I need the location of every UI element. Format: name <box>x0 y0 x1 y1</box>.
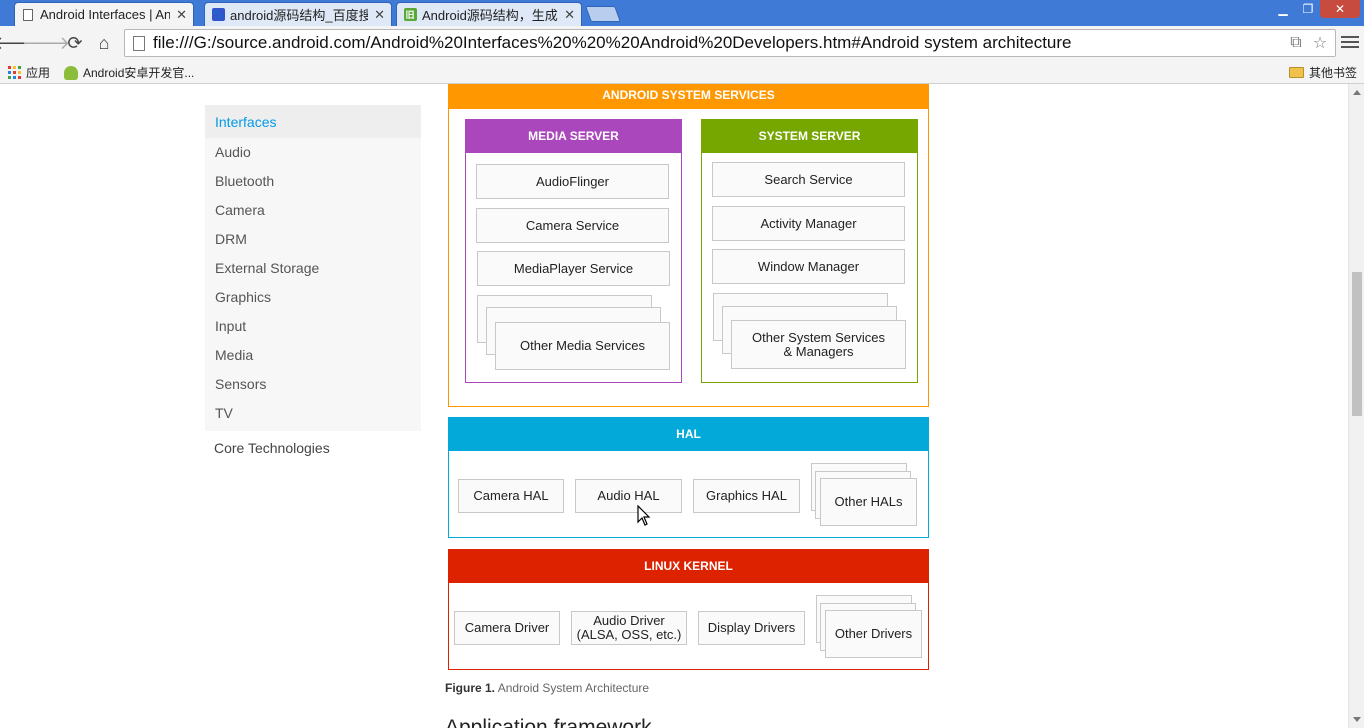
camera-hal-box: Camera HAL <box>458 479 564 513</box>
folder-icon <box>1289 67 1304 78</box>
other-drivers-box: Other Drivers <box>825 610 922 658</box>
browser-toolbar: 🡐 🡒 ⟳ ⌂ file:///G:/source.android.com/An… <box>0 26 1364 60</box>
mouse-cursor-icon <box>637 505 651 526</box>
scroll-down-arrow-icon[interactable] <box>1353 717 1361 722</box>
forward-button[interactable]: 🡒 <box>22 31 70 55</box>
window-manager-box: Window Manager <box>712 249 905 284</box>
audio-driver-box: Audio Driver (ALSA, OSS, etc.) <box>571 611 687 645</box>
minimize-button[interactable]: ▁ <box>1270 0 1296 18</box>
nav-item-external-storage[interactable]: External Storage <box>205 254 421 283</box>
bookmark-star-icon[interactable]: ☆ <box>1311 34 1329 52</box>
tab-title: Android源码结构，生成E <box>422 8 559 23</box>
media-server-group: MEDIA SERVER AudioFlinger Camera Service… <box>465 119 682 383</box>
bookmark-apps[interactable]: 应用 <box>8 64 50 81</box>
media-server-title: MEDIA SERVER <box>465 119 682 153</box>
linux-kernel-layer: LINUX KERNEL Camera Driver Audio Driver … <box>448 549 929 670</box>
camera-driver-box: Camera Driver <box>454 611 560 645</box>
reload-button[interactable]: ⟳ <box>63 31 87 55</box>
home-button[interactable]: ⌂ <box>92 31 116 55</box>
audio-driver-line1: Audio Driver <box>593 613 665 628</box>
scroll-up-arrow-icon[interactable] <box>1353 90 1361 95</box>
nav-item-media[interactable]: Media <box>205 341 421 370</box>
close-window-button[interactable]: ✕ <box>1320 0 1360 18</box>
figure-text: Android System Architecture <box>497 681 650 695</box>
figure-label: Figure 1. <box>445 681 496 695</box>
browser-menu-button[interactable] <box>1341 33 1359 51</box>
site-icon: 旧 <box>403 8 417 21</box>
nav-item-camera[interactable]: Camera <box>205 196 421 225</box>
tab-strip: Android Interfaces | Anc ✕ 🐾 android源码结构… <box>0 0 1364 26</box>
translate-icon[interactable]: ⧉ <box>1287 34 1305 52</box>
apps-grid-icon <box>8 66 21 79</box>
nav-item-graphics[interactable]: Graphics <box>205 283 421 312</box>
search-service-box: Search Service <box>712 162 905 197</box>
bookmark-android-dev[interactable]: Android安卓开发官... <box>64 64 194 81</box>
url-text: file:///G:/source.android.com/Android%20… <box>153 33 1072 52</box>
nav-item-sensors[interactable]: Sensors <box>205 370 421 399</box>
bookmark-label: 应用 <box>26 66 51 80</box>
system-services-layer: ANDROID SYSTEM SERVICES MEDIA SERVER Aud… <box>448 84 929 407</box>
page-icon <box>21 8 35 22</box>
close-tab-icon[interactable]: ✕ <box>374 7 385 23</box>
other-system-services-line1: Other System Services <box>752 329 885 345</box>
nav-item-audio[interactable]: Audio <box>205 138 421 167</box>
tab-baidu-search[interactable]: 🐾 android源码结构_百度搜 ✕ <box>204 2 392 26</box>
nav-item-core-technologies[interactable]: Core Technologies <box>214 440 330 456</box>
page-icon <box>133 35 145 51</box>
audio-driver-line2: (ALSA, OSS, etc.) <box>576 627 682 642</box>
nav-item-bluetooth[interactable]: Bluetooth <box>205 167 421 196</box>
nav-header-interfaces[interactable]: Interfaces <box>205 105 421 138</box>
audioflinger-box: AudioFlinger <box>476 164 669 199</box>
graphics-hal-box: Graphics HAL <box>693 479 800 513</box>
other-media-services-box: Other Media Services <box>495 322 670 370</box>
other-system-services-box: Other System Services & Managers <box>731 320 906 369</box>
system-server-title: SYSTEM SERVER <box>701 119 918 153</box>
page-scrollbar[interactable] <box>1348 84 1364 728</box>
section-heading-application-framework: Application framework <box>445 716 652 728</box>
tab-android-source[interactable]: 旧 Android源码结构，生成E ✕ <box>396 2 582 26</box>
nav-item-drm[interactable]: DRM <box>205 225 421 254</box>
bookmarks-bar: 应用 Android安卓开发官... 其他书签 <box>0 60 1364 84</box>
other-hals-box: Other HALs <box>820 478 917 526</box>
other-system-services-line2: & Managers <box>783 343 854 359</box>
hal-title: HAL <box>448 417 929 451</box>
nav-item-input[interactable]: Input <box>205 312 421 341</box>
system-server-group: SYSTEM SERVER Search Service Activity Ma… <box>701 119 918 383</box>
bookmark-label: 其他书签 <box>1309 66 1358 80</box>
linux-kernel-title: LINUX KERNEL <box>448 549 929 583</box>
hal-layer: HAL Camera HAL Audio HAL Graphics HAL Ot… <box>448 417 929 538</box>
bookmark-label: Android安卓开发官... <box>83 66 195 80</box>
side-navigation: Interfaces Audio Bluetooth Camera DRM Ex… <box>205 105 421 431</box>
bookmark-other[interactable]: 其他书签 <box>1289 64 1357 81</box>
figure-caption: Figure 1. Android System Architecture <box>445 681 649 695</box>
tab-title: Android Interfaces | Anc <box>40 7 171 22</box>
tab-android-interfaces[interactable]: Android Interfaces | Anc ✕ <box>14 2 194 26</box>
close-tab-icon[interactable]: ✕ <box>176 7 187 23</box>
activity-manager-box: Activity Manager <box>712 206 905 241</box>
tab-title: android源码结构_百度搜 <box>230 8 369 23</box>
page-content: Interfaces Audio Bluetooth Camera DRM Ex… <box>0 84 1348 728</box>
scrollbar-thumb[interactable] <box>1352 272 1362 416</box>
restore-button[interactable]: ❐ <box>1296 0 1320 18</box>
address-bar[interactable]: file:///G:/source.android.com/Android%20… <box>124 29 1336 57</box>
audio-hal-box: Audio HAL <box>575 479 682 513</box>
nav-item-tv[interactable]: TV <box>205 399 421 428</box>
close-tab-icon[interactable]: ✕ <box>564 7 575 23</box>
android-icon <box>64 65 78 80</box>
new-tab-button[interactable] <box>585 6 621 22</box>
camera-service-box: Camera Service <box>476 208 669 243</box>
baidu-icon: 🐾 <box>211 8 225 21</box>
display-drivers-box: Display Drivers <box>698 611 805 645</box>
mediaplayer-service-box: MediaPlayer Service <box>477 251 670 286</box>
system-services-title: ANDROID SYSTEM SERVICES <box>448 84 929 109</box>
